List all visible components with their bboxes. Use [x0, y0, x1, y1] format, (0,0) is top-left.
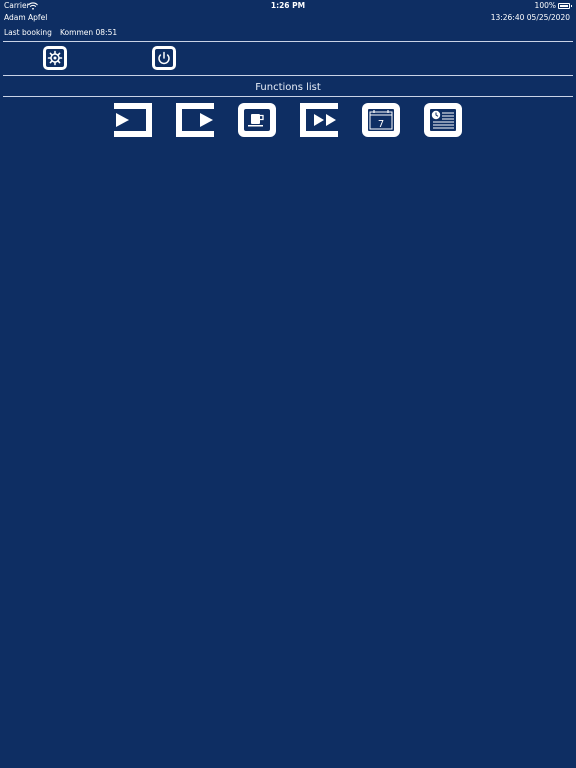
divider — [3, 41, 573, 42]
last-booking-row: Last booking Kommen 08:51 — [0, 28, 576, 38]
functions-list-title: Functions list — [255, 82, 321, 93]
user-row: Adam Apfel 13:26:40 05/25/2020 — [0, 13, 576, 23]
battery-percentage: 100% — [534, 1, 556, 10]
last-booking-value: Kommen 08:51 — [60, 28, 118, 37]
status-bar: Carrier 1:26 PM 100% — [0, 0, 576, 12]
fast-forward-button[interactable] — [299, 102, 339, 138]
user-name: Adam Apfel — [4, 13, 48, 22]
settings-button[interactable] — [43, 46, 67, 70]
go-icon — [176, 103, 214, 137]
last-booking-label: Last booking — [4, 28, 52, 37]
timesheet-button[interactable] — [423, 102, 463, 138]
coffee-break-button[interactable] — [237, 102, 277, 138]
current-datetime: 13:26:40 05/25/2020 — [490, 13, 570, 22]
come-button[interactable] — [113, 102, 153, 138]
logout-button[interactable] — [152, 46, 176, 70]
power-icon — [155, 49, 173, 67]
calendar-day: 7 — [378, 119, 384, 130]
clock: 1:26 PM — [270, 1, 306, 10]
come-icon — [114, 103, 152, 137]
calendar-icon: 7 — [362, 103, 400, 137]
divider — [3, 96, 573, 97]
timesheet-icon — [424, 103, 462, 137]
calendar-button[interactable]: 7 — [361, 102, 401, 138]
fast-forward-icon — [300, 103, 338, 137]
battery-icon — [558, 3, 572, 9]
coffee-break-icon — [238, 103, 276, 137]
divider — [3, 75, 573, 76]
gear-icon — [46, 49, 64, 67]
go-button[interactable] — [175, 102, 215, 138]
